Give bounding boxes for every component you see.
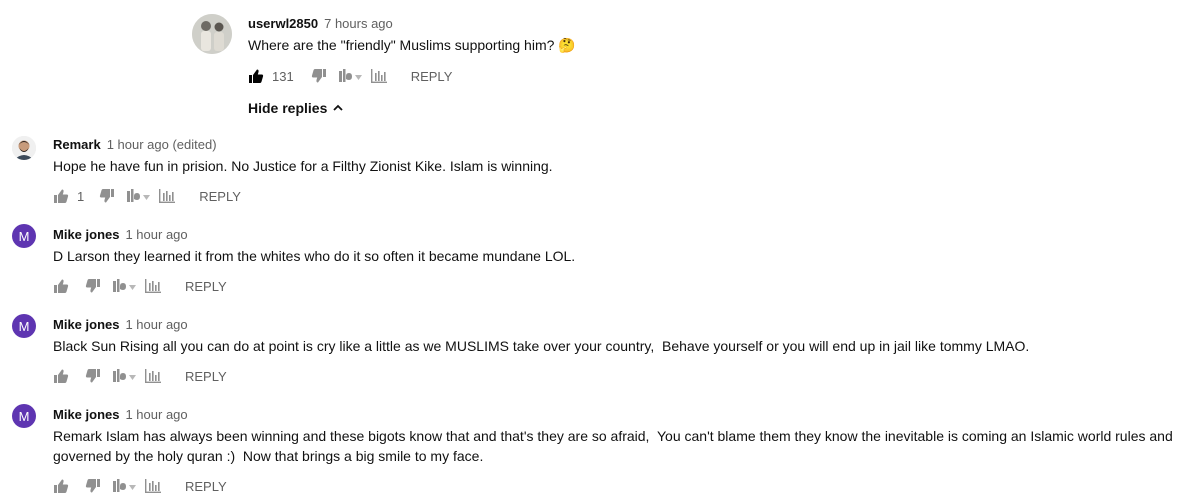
- dislike-button[interactable]: [99, 188, 115, 204]
- analytics-button[interactable]: [145, 479, 161, 493]
- author-name[interactable]: Mike jones: [53, 227, 119, 242]
- avatar[interactable]: [12, 136, 36, 160]
- comment-text: D Larson they learned it from the whites…: [53, 248, 576, 264]
- thumbs-down-icon: [311, 69, 326, 83]
- comment-time[interactable]: 7 hours ago: [324, 16, 393, 31]
- bar-chart-icon: [159, 189, 176, 203]
- author-name[interactable]: Mike jones: [53, 317, 119, 332]
- bar-chart-icon: [370, 69, 387, 83]
- comment-time[interactable]: 1 hour ago: [125, 407, 187, 422]
- comment-actions: REPLY: [53, 366, 227, 386]
- thumbs-down-icon: [85, 479, 100, 493]
- comment-actions: REPLY: [53, 476, 227, 496]
- reply-button[interactable]: REPLY: [185, 369, 227, 384]
- comment-actions: 1 REPLY: [53, 186, 241, 206]
- like-count: 131: [272, 68, 294, 84]
- reply-button[interactable]: REPLY: [199, 189, 241, 204]
- dislike-button[interactable]: [85, 478, 101, 494]
- analytics-button[interactable]: [145, 369, 161, 383]
- comment-mike-jones: M Mike jones 1 hour ago Black Sun Rising …: [0, 310, 1185, 396]
- comment-time[interactable]: 1 hour ago (edited): [107, 137, 217, 152]
- creator-heart-icon: [113, 479, 136, 492]
- bar-chart-icon: [145, 479, 161, 493]
- comment-userwl2850: userwl2850 7 hours ago Where are the "fri…: [0, 0, 1185, 130]
- dislike-button[interactable]: [311, 68, 327, 84]
- creator-heart-button[interactable]: [127, 189, 151, 203]
- thumbs-up-icon: [249, 69, 264, 83]
- reply-button[interactable]: REPLY: [185, 279, 227, 294]
- thumbs-down-icon: [85, 279, 100, 293]
- comment-meta: Mike jones 1 hour ago: [53, 316, 188, 334]
- author-name[interactable]: Remark: [53, 137, 101, 152]
- chevron-up-icon: [333, 104, 344, 111]
- analytics-button[interactable]: [145, 279, 161, 293]
- comment-time[interactable]: 1 hour ago: [125, 227, 187, 242]
- analytics-button[interactable]: [370, 69, 387, 83]
- creator-heart-icon: [127, 189, 151, 202]
- like-button[interactable]: [53, 278, 69, 294]
- like-button[interactable]: [53, 368, 69, 384]
- thumbs-up-icon: [54, 369, 69, 383]
- hide-replies-label: Hide replies: [248, 100, 328, 116]
- thumbs-up-icon: [54, 189, 69, 203]
- comment-mike-jones: M Mike jones 1 hour ago D Larson they lea…: [0, 220, 1185, 306]
- analytics-button[interactable]: [159, 189, 176, 203]
- comment-meta: Mike jones 1 hour ago: [53, 226, 188, 244]
- author-name[interactable]: userwl2850: [248, 16, 318, 31]
- thumbs-up-icon: [54, 479, 69, 493]
- comment-meta: userwl2850 7 hours ago: [248, 15, 393, 33]
- comment-actions: REPLY: [53, 276, 227, 296]
- avatar[interactable]: M: [12, 404, 36, 428]
- creator-heart-button[interactable]: [113, 369, 137, 383]
- avatar[interactable]: M: [12, 224, 36, 248]
- comment-actions: 131 REPLY: [248, 66, 452, 86]
- creator-heart-icon: [113, 279, 136, 292]
- comment-text: Where are the "friendly" Muslims support…: [248, 35, 1148, 55]
- thinking-emoji: 🤔: [558, 37, 576, 53]
- comment-text: Remark Islam has always been winning and…: [53, 428, 1177, 464]
- dislike-button[interactable]: [85, 278, 101, 294]
- bar-chart-icon: [145, 369, 161, 383]
- comment-meta: Mike jones 1 hour ago: [53, 406, 188, 424]
- avatar-photo: [12, 136, 36, 160]
- dislike-button[interactable]: [85, 368, 101, 384]
- comment-time[interactable]: 1 hour ago: [125, 317, 187, 332]
- creator-heart-button[interactable]: [113, 279, 137, 293]
- reply-button[interactable]: REPLY: [411, 69, 453, 84]
- like-button[interactable]: [53, 188, 69, 204]
- comment-meta: Remark 1 hour ago (edited): [53, 136, 217, 154]
- like-button[interactable]: [248, 68, 264, 84]
- comment-mike-jones: M Mike jones 1 hour ago Remark Islam has …: [0, 400, 1185, 504]
- avatar-photo: [192, 14, 232, 54]
- comment-text: Black Sun Rising all you can do at point…: [53, 338, 1030, 354]
- bar-chart-icon: [145, 279, 161, 293]
- hide-replies-button[interactable]: Hide replies: [248, 100, 344, 116]
- like-button[interactable]: [53, 478, 69, 494]
- comment-text-body: Where are the "friendly" Muslims support…: [248, 37, 555, 53]
- thumbs-down-icon: [85, 369, 100, 383]
- thumbs-up-icon: [54, 279, 69, 293]
- author-name[interactable]: Mike jones: [53, 407, 119, 422]
- thumbs-down-icon: [100, 189, 115, 203]
- creator-heart-icon: [338, 69, 362, 82]
- avatar[interactable]: M: [12, 314, 36, 338]
- reply-button[interactable]: REPLY: [185, 479, 227, 494]
- comment-remark: Remark 1 hour ago (edited) Hope he have f…: [0, 130, 1185, 216]
- creator-heart-button[interactable]: [338, 69, 363, 83]
- creator-heart-icon: [113, 369, 136, 382]
- creator-heart-button[interactable]: [113, 479, 137, 493]
- avatar[interactable]: [192, 14, 232, 54]
- comment-text: Hope he have fun in prision. No Justice …: [53, 158, 553, 174]
- like-count: 1: [77, 188, 85, 204]
